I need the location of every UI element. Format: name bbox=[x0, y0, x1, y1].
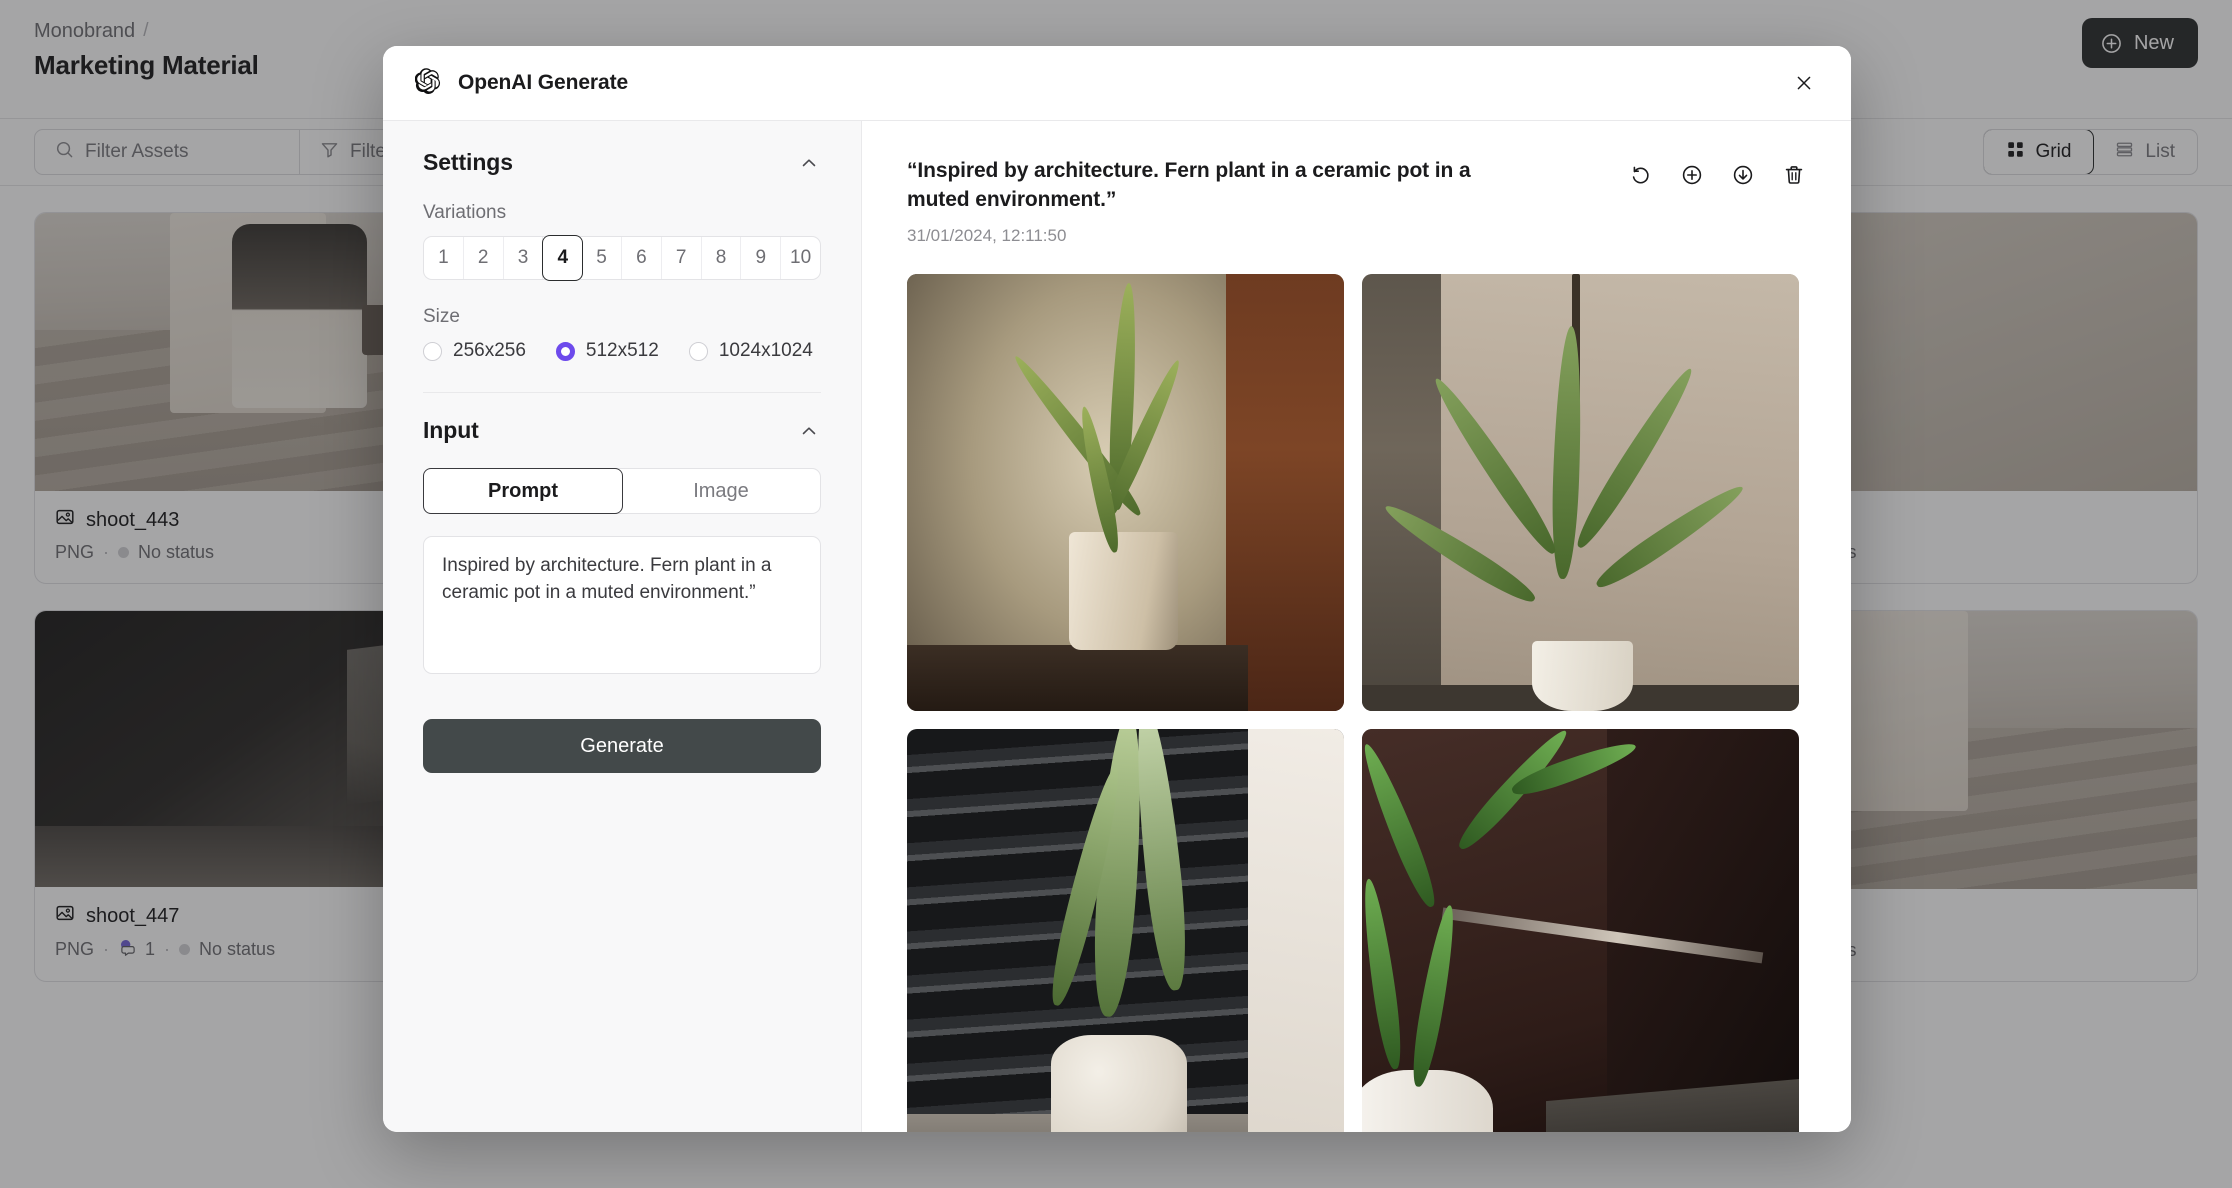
generated-images-grid: Fern in ribbed ceramic pot, warm dim int… bbox=[907, 273, 1809, 1132]
size-label: Size bbox=[423, 306, 460, 327]
size-option-label: 512x512 bbox=[585, 340, 659, 361]
generate-button-wrap: Generate bbox=[383, 679, 861, 773]
openai-logo-icon bbox=[414, 67, 441, 99]
prompt-input[interactable] bbox=[423, 536, 821, 674]
result-timestamp: 31/01/2024, 12:11:50 bbox=[907, 225, 1067, 245]
tab-image[interactable]: Image bbox=[622, 469, 820, 513]
add-circle-icon[interactable] bbox=[1677, 160, 1707, 190]
variation-option-1[interactable]: 1 bbox=[424, 237, 464, 279]
generated-image[interactable]: Fern in ribbed ceramic pot, warm dim int… bbox=[907, 273, 1344, 711]
variations-selector: 1 2 3 4 5 6 7 8 9 10 bbox=[423, 235, 821, 281]
chevron-up-icon[interactable] bbox=[797, 419, 821, 443]
size-option-256[interactable]: 256x256 bbox=[423, 340, 526, 362]
result-prompt-quote: “Inspired by architecture. Fern plant in… bbox=[907, 159, 1471, 211]
undo-icon[interactable] bbox=[1626, 160, 1656, 190]
openai-generate-modal: OpenAI Generate Settings Variations 1 2 … bbox=[383, 46, 1851, 1132]
settings-pane: Settings Variations 1 2 3 4 5 6 7 8 9 10… bbox=[383, 121, 862, 1132]
settings-section-title: Settings bbox=[423, 149, 513, 175]
variation-option-8[interactable]: 8 bbox=[702, 237, 742, 279]
variation-option-5[interactable]: 5 bbox=[582, 237, 622, 279]
variation-option-4[interactable]: 4 bbox=[542, 235, 584, 281]
size-option-label: 1024x1024 bbox=[718, 340, 813, 361]
input-tab-switch: Prompt Image bbox=[423, 468, 821, 514]
input-section-title: Input bbox=[423, 417, 479, 443]
modal-header: OpenAI Generate bbox=[383, 46, 1851, 121]
variations-label: Variations bbox=[423, 202, 507, 223]
variation-option-3[interactable]: 3 bbox=[504, 237, 544, 279]
results-pane: “Inspired by architecture. Fern plant in… bbox=[862, 121, 1851, 1132]
generated-image[interactable]: Fern in tall cream urn on dark stairs bbox=[907, 728, 1344, 1132]
variation-option-6[interactable]: 6 bbox=[622, 237, 662, 279]
chevron-up-icon[interactable] bbox=[797, 151, 821, 175]
download-circle-icon[interactable] bbox=[1728, 160, 1758, 190]
input-section-header[interactable]: Input bbox=[423, 417, 821, 444]
modal-body: Settings Variations 1 2 3 4 5 6 7 8 9 10… bbox=[383, 121, 1851, 1132]
generate-button[interactable]: Generate bbox=[423, 719, 821, 773]
generated-image[interactable]: Fern in white bowl pot, dark maroon inte… bbox=[1362, 728, 1799, 1132]
radio-selected-icon bbox=[555, 341, 575, 361]
modal-title: OpenAI Generate bbox=[458, 71, 629, 94]
variation-option-2[interactable]: 2 bbox=[464, 237, 504, 279]
generated-image[interactable]: Large fern in white pot against taupe wa… bbox=[1362, 273, 1799, 711]
variation-option-7[interactable]: 7 bbox=[662, 237, 702, 279]
trash-icon[interactable] bbox=[1779, 160, 1809, 190]
size-option-512[interactable]: 512x512 bbox=[555, 340, 659, 362]
result-actions bbox=[1626, 157, 1809, 190]
close-icon[interactable] bbox=[1787, 66, 1821, 100]
radio-icon bbox=[423, 341, 442, 361]
variation-option-9[interactable]: 9 bbox=[741, 237, 782, 279]
size-option-1024[interactable]: 1024x1024 bbox=[688, 340, 813, 362]
input-section: Input Prompt Image bbox=[383, 393, 861, 679]
settings-section-header[interactable]: Settings bbox=[423, 149, 821, 176]
result-header: “Inspired by architecture. Fern plant in… bbox=[907, 157, 1809, 246]
size-radio-group: 256x256 512x512 1024x1024 bbox=[423, 340, 821, 362]
variation-option-10[interactable]: 10 bbox=[781, 237, 820, 279]
tab-prompt[interactable]: Prompt bbox=[423, 468, 623, 514]
settings-section: Settings Variations 1 2 3 4 5 6 7 8 9 10… bbox=[383, 121, 861, 393]
radio-icon bbox=[688, 341, 708, 361]
size-option-label: 256x256 bbox=[453, 340, 526, 361]
